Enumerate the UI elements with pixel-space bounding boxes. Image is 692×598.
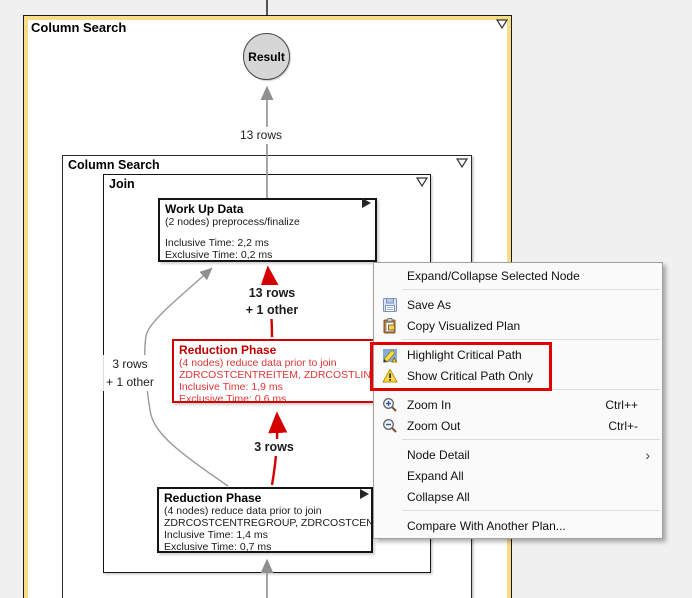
copy-icon <box>378 317 402 334</box>
menu-item-zoom-in[interactable]: Zoom In Ctrl++ <box>374 394 662 415</box>
menu-separator <box>402 510 660 511</box>
edge-label-rows: 3 rows + 1 other <box>103 355 157 391</box>
node-title: Work Up Data <box>165 202 244 216</box>
node-subtitle: (2 nodes) preprocess/finalize <box>165 216 300 228</box>
menu-separator <box>402 439 660 440</box>
node-expand-arrow-icon[interactable] <box>360 489 369 499</box>
menu-separator <box>402 339 660 340</box>
menu-shortcut: Ctrl+- <box>608 418 638 433</box>
submenu-arrow-icon: › <box>645 446 650 463</box>
menu-item-copy-visualized-plan[interactable]: Copy Visualized Plan <box>374 315 662 336</box>
edge-label-rows: 13 rows <box>236 127 286 144</box>
group-title: Column Search <box>31 20 127 35</box>
save-icon <box>378 297 402 313</box>
menu-shortcut: Ctrl++ <box>605 397 638 412</box>
annotation-highlight-rectangle <box>370 342 552 391</box>
node-work-up-data[interactable]: Work Up Data (2 nodes) preprocess/finali… <box>158 198 377 262</box>
menu-item-zoom-out[interactable]: Zoom Out Ctrl+- <box>374 415 662 436</box>
collapse-triangle-icon[interactable] <box>455 158 469 169</box>
node-exclusive-time: Exclusive Time: 0,7 ms <box>164 541 272 553</box>
menu-item-save-as[interactable]: Save As <box>374 294 662 315</box>
node-title: Reduction Phase <box>179 343 277 357</box>
group-title: Column Search <box>68 158 160 172</box>
menu-item-compare-with-another-plan[interactable]: Compare With Another Plan... <box>374 515 662 536</box>
node-reduction-phase-critical[interactable]: Reduction Phase (4 nodes) reduce data pr… <box>172 339 377 403</box>
node-desc: ZDRCOSTCENTREITEM, ZDRCOSTLINEI <box>179 369 377 381</box>
edge-result-outgoing <box>266 0 268 15</box>
node-exclusive-time: Exclusive Time: 0,2 ms <box>165 249 273 261</box>
zoom-in-icon <box>378 397 402 413</box>
menu-item-node-detail[interactable]: Node Detail › <box>374 444 662 465</box>
result-node[interactable]: Result <box>243 33 290 80</box>
node-inclusive-time: Inclusive Time: 2,2 ms <box>165 237 269 249</box>
node-exclusive-time: Exclusive Time: 0,6 ms <box>179 393 287 403</box>
node-desc: (4 nodes) reduce data prior to join <box>164 505 322 517</box>
menu-item-expand-all[interactable]: Expand All <box>374 465 662 486</box>
node-reduction-phase[interactable]: Reduction Phase (4 nodes) reduce data pr… <box>157 487 373 553</box>
collapse-triangle-icon[interactable] <box>495 19 509 30</box>
group-title: Join <box>109 177 135 191</box>
menu-separator <box>402 289 660 290</box>
node-desc: ZDRCOSTCENTREGROUP, ZDRCOSTCEN.. <box>164 517 373 529</box>
zoom-out-icon <box>378 418 402 434</box>
edge-label-rows: 3 rows <box>251 439 297 456</box>
context-menu: Expand/Collapse Selected Node Save As Co… <box>373 262 663 539</box>
node-desc: (4 nodes) reduce data prior to join <box>179 357 337 369</box>
menu-item-expand-collapse-selected-node[interactable]: Expand/Collapse Selected Node <box>374 265 662 286</box>
planviz-canvas: Column Search Column Search Join 13 rows… <box>0 0 692 598</box>
collapse-triangle-icon[interactable] <box>415 177 429 188</box>
node-inclusive-time: Inclusive Time: 1,4 ms <box>164 529 268 541</box>
node-inclusive-time: Inclusive Time: 1,9 ms <box>179 381 283 393</box>
node-title: Reduction Phase <box>164 491 262 505</box>
node-expand-arrow-icon[interactable] <box>362 198 371 208</box>
menu-item-collapse-all[interactable]: Collapse All <box>374 486 662 507</box>
edge-label-rows: 13 rows + 1 other <box>242 285 302 319</box>
